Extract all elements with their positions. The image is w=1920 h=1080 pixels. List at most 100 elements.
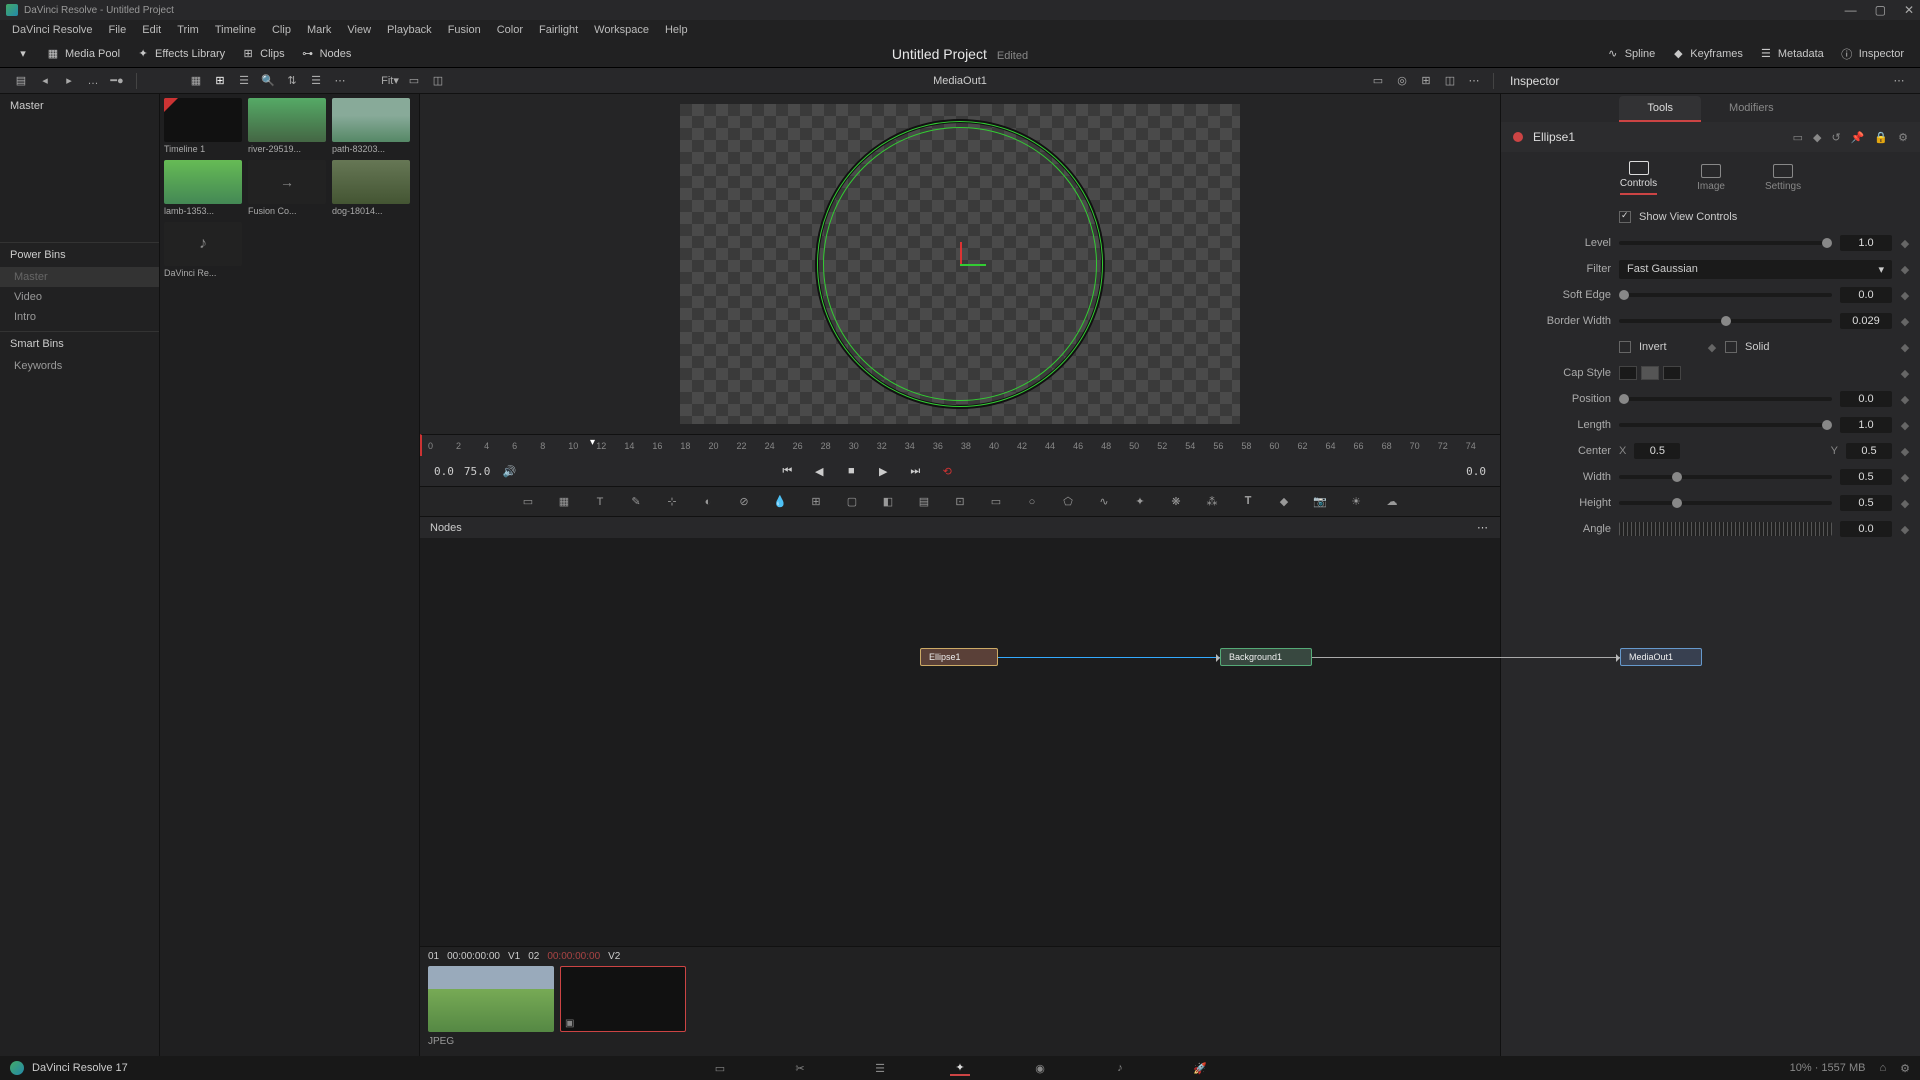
smart-bins-header[interactable]: Smart Bins	[0, 331, 159, 356]
blur-tool-icon[interactable]: 💧	[771, 493, 789, 511]
media-dog[interactable]: dog-18014...	[332, 160, 410, 216]
prender-icon[interactable]: ❋	[1167, 493, 1185, 511]
brightness-tool-icon[interactable]: ◐	[699, 493, 717, 511]
nodes-button[interactable]: ⊶Nodes	[293, 43, 360, 65]
width-slider[interactable]	[1619, 475, 1832, 479]
page-media[interactable]: ▭	[710, 1060, 730, 1076]
menu-color[interactable]: Color	[489, 22, 531, 38]
pspawn-icon[interactable]: ⁂	[1203, 493, 1221, 511]
borderwidth-keyframe[interactable]: ◆	[1900, 315, 1910, 328]
menu-help[interactable]: Help	[657, 22, 696, 38]
minimize-button[interactable]: —	[1845, 3, 1857, 17]
page-deliver[interactable]: 🚀	[1190, 1060, 1210, 1076]
reset-icon[interactable]: ↺	[1832, 131, 1841, 144]
particles-icon[interactable]: ✦	[1131, 493, 1149, 511]
menu-mark[interactable]: Mark	[299, 22, 339, 38]
level-slider[interactable]	[1619, 241, 1832, 245]
play-button[interactable]: ▶	[874, 462, 892, 480]
step-back-button[interactable]: ◀	[810, 462, 828, 480]
page-edit[interactable]: ☰	[870, 1060, 890, 1076]
keyframes-button[interactable]: ◆Keyframes	[1663, 43, 1751, 65]
inspector-options-icon[interactable]: ⋯	[1890, 72, 1908, 90]
menu-clip[interactable]: Clip	[264, 22, 299, 38]
angle-value[interactable]: 0.0	[1840, 521, 1892, 537]
length-value[interactable]: 1.0	[1840, 417, 1892, 433]
softedge-keyframe[interactable]: ◆	[1900, 289, 1910, 302]
solid-keyframe[interactable]: ◆	[1900, 341, 1910, 354]
filter-icon[interactable]: ☰	[307, 72, 325, 90]
expand-button[interactable]: ▾	[8, 43, 38, 65]
wire-bg-out[interactable]	[1312, 657, 1620, 658]
menu-file[interactable]: File	[101, 22, 135, 38]
spline-button[interactable]: ∿Spline	[1598, 43, 1664, 65]
duration[interactable]: 75.0	[464, 465, 491, 478]
menu-workspace[interactable]: Workspace	[586, 22, 657, 38]
maximize-button[interactable]: ▢	[1875, 3, 1886, 17]
render3d-icon[interactable]: ☁	[1383, 493, 1401, 511]
node-ellipse1[interactable]: Ellipse1	[920, 648, 998, 666]
camera3d-icon[interactable]: 📷	[1311, 493, 1329, 511]
lock-icon[interactable]: 🔒	[1874, 131, 1888, 144]
capstyle-keyframe[interactable]: ◆	[1900, 367, 1910, 380]
invert-keyframe[interactable]: ◆	[1707, 341, 1717, 354]
view1-icon[interactable]: ▭	[405, 72, 423, 90]
bspline-mask-icon[interactable]: ∿	[1095, 493, 1113, 511]
borderwidth-value[interactable]: 0.029	[1840, 313, 1892, 329]
center-y-value[interactable]: 0.5	[1846, 443, 1892, 459]
filter-select[interactable]: Fast Gaussian▾	[1619, 260, 1892, 279]
single-view-icon[interactable]: ▭	[1369, 72, 1387, 90]
pin-icon[interactable]: 📌	[1851, 131, 1865, 144]
power-bins-header[interactable]: Power Bins	[0, 242, 159, 267]
viewer-canvas[interactable]	[680, 104, 1240, 424]
roi-icon[interactable]: ◎	[1393, 72, 1411, 90]
media-river[interactable]: river-29519...	[248, 98, 326, 154]
home-icon[interactable]: ⌂	[1879, 1062, 1886, 1074]
sort-icon[interactable]: ⇅	[283, 72, 301, 90]
menu-fairlight[interactable]: Fairlight	[531, 22, 586, 38]
text3d-icon[interactable]: 𝐓	[1239, 493, 1257, 511]
search-icon[interactable]: 🔍	[259, 72, 277, 90]
settings-gear-icon[interactable]: ⚙	[1898, 131, 1908, 144]
close-button[interactable]: ✕	[1904, 3, 1914, 17]
borderwidth-slider[interactable]	[1619, 319, 1832, 323]
powerbin-video[interactable]: Video	[0, 287, 159, 307]
proptab-settings[interactable]: Settings	[1765, 164, 1801, 192]
menu-timeline[interactable]: Timeline	[207, 22, 264, 38]
bin-list-icon[interactable]: ▤	[12, 72, 30, 90]
position-slider[interactable]	[1619, 397, 1832, 401]
media-pool-button[interactable]: ▦Media Pool	[38, 43, 128, 65]
text-tool-icon[interactable]: T	[591, 493, 609, 511]
angle-wheel[interactable]	[1619, 522, 1832, 536]
level-keyframe[interactable]: ◆	[1900, 237, 1910, 250]
in-point[interactable]: 0.0	[434, 465, 454, 478]
media-audio[interactable]: DaVinci Re...	[164, 222, 242, 278]
polygon-mask-icon[interactable]: ⬠	[1059, 493, 1077, 511]
master-bin[interactable]: Master	[0, 94, 159, 118]
menu-view[interactable]: View	[339, 22, 379, 38]
menu-davinci[interactable]: DaVinci Resolve	[4, 22, 101, 38]
tab-modifiers[interactable]: Modifiers	[1701, 96, 1802, 122]
position-value[interactable]: 0.0	[1840, 391, 1892, 407]
page-fairlight[interactable]: ♪	[1110, 1060, 1130, 1076]
tracker-tool-icon[interactable]: ⊹	[663, 493, 681, 511]
filter-keyframe[interactable]: ◆	[1900, 263, 1910, 276]
nodes-options-icon[interactable]: ⋯	[1477, 521, 1490, 534]
width-keyframe[interactable]: ◆	[1900, 471, 1910, 484]
node-mediaout1[interactable]: MediaOut1	[1620, 648, 1702, 666]
center-keyframe[interactable]: ◆	[1900, 445, 1910, 458]
audio-icon[interactable]: 🔊	[500, 462, 518, 480]
clip-thumb-2-selected[interactable]	[560, 966, 686, 1032]
last-frame-button[interactable]: ⏭	[906, 462, 924, 480]
proptab-image[interactable]: Image	[1697, 164, 1725, 192]
matte-tool-icon[interactable]: ◧	[879, 493, 897, 511]
clips-button[interactable]: ⊞Clips	[233, 43, 292, 65]
clip-thumb-1[interactable]	[428, 966, 554, 1032]
nav-fwd-icon[interactable]: ▸	[60, 72, 78, 90]
center-x-value[interactable]: 0.5	[1634, 443, 1680, 459]
media-lamb[interactable]: lamb-1353...	[164, 160, 242, 216]
view2-icon[interactable]: ◫	[429, 72, 447, 90]
fit-dropdown[interactable]: Fit▾	[381, 72, 399, 90]
height-value[interactable]: 0.5	[1840, 495, 1892, 511]
height-keyframe[interactable]: ◆	[1900, 497, 1910, 510]
smartbin-keywords[interactable]: Keywords	[0, 356, 159, 376]
